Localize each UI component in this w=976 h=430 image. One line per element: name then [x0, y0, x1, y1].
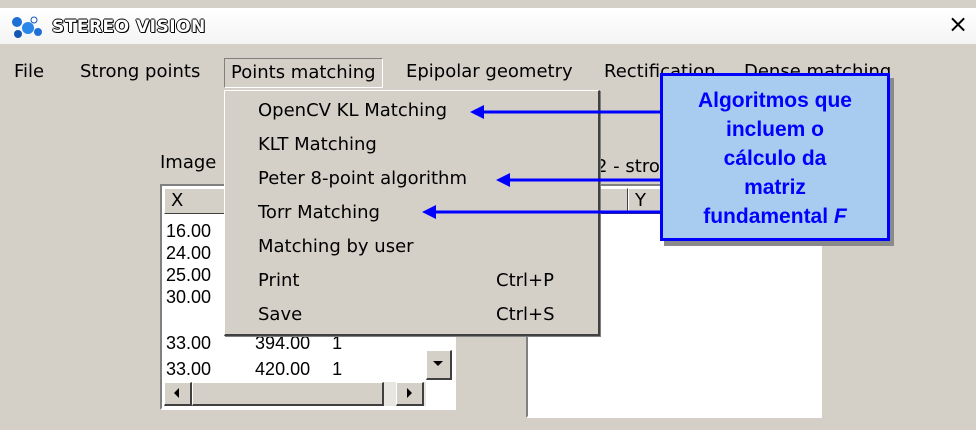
arrowhead-icon: [422, 205, 436, 219]
annotation-callout: Algoritmos que incluem o cálculo da matr…: [660, 73, 890, 241]
callout-line-3: cálculo da: [723, 147, 827, 170]
callout-symbol: F: [833, 205, 847, 228]
callout-line-2: incluem o: [725, 118, 825, 141]
callout-line-5: fundamental F: [703, 205, 847, 228]
callout-line-1: Algoritmos que: [697, 89, 852, 112]
callout-line-4: matriz: [744, 176, 806, 199]
arrowhead-icon: [496, 173, 510, 187]
arrowhead-icon: [470, 105, 484, 119]
